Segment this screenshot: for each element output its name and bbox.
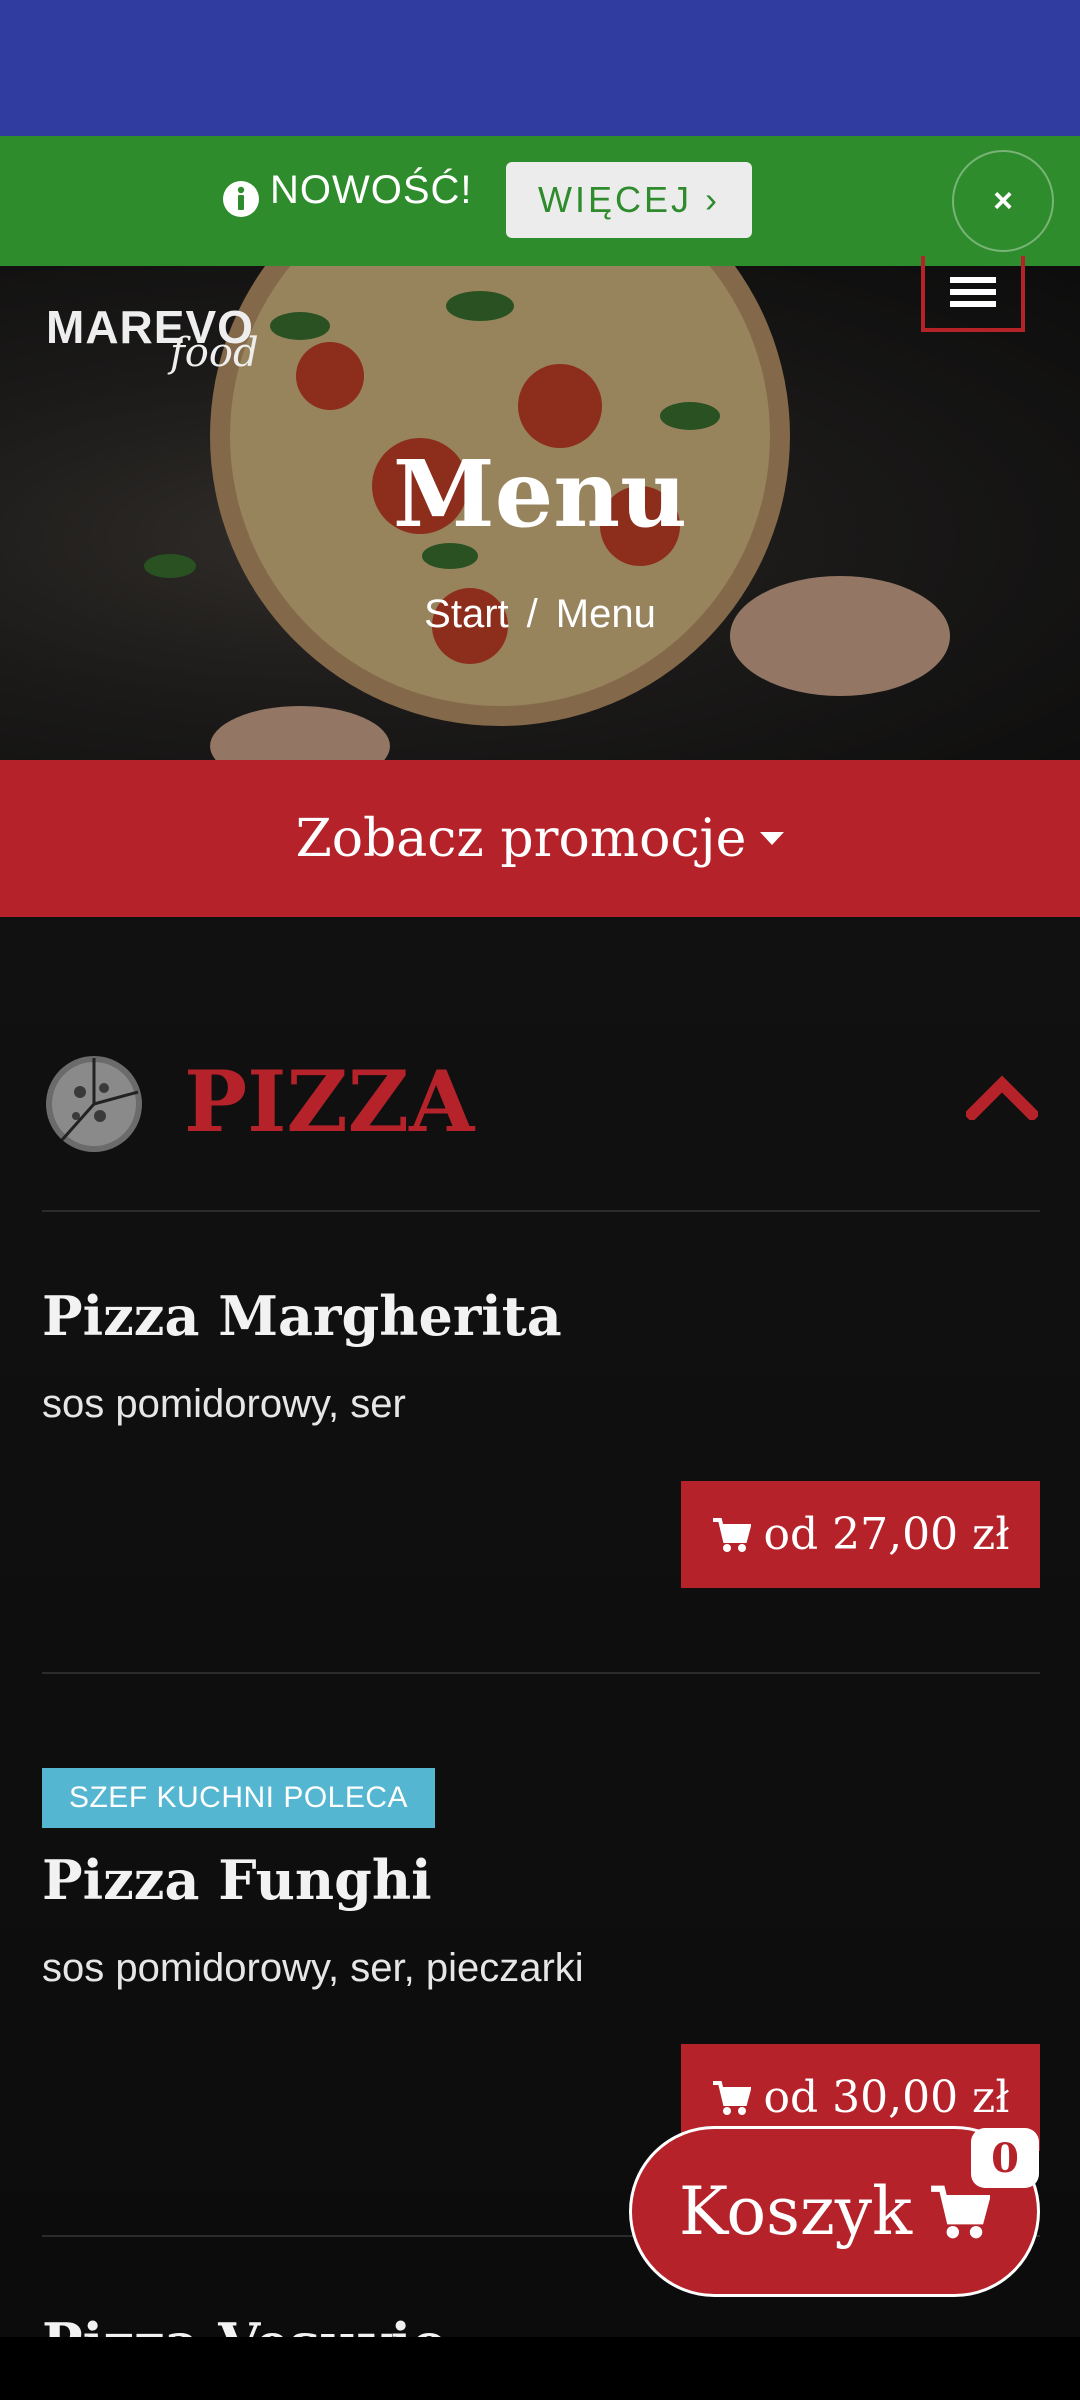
breadcrumb: Start / Menu [0,592,1080,637]
item-description: sos pomidorowy, ser, pieczarki [42,1946,584,1990]
cart-label: Koszyk [678,2173,913,2250]
price-label: od 27,00 zł [763,1509,1010,1560]
chevron-up-icon[interactable] [966,1074,1038,1120]
item-name: Pizza Vesuvio [42,2313,542,2337]
breadcrumb-separator: / [526,592,538,636]
cart-count-badge: 0 [971,2128,1039,2188]
promo-text: NOWOŚĆ! [270,168,473,212]
caret-down-icon [760,832,785,845]
promotions-label: Zobacz promocje [295,808,747,869]
breadcrumb-current: Menu [555,592,656,636]
add-to-cart-button[interactable]: od 27,00 zł [681,1481,1040,1588]
close-button[interactable]: × [952,150,1054,252]
promotions-dropdown[interactable]: Zobacz promocje [0,760,1080,917]
category-title[interactable]: PIZZA [184,1052,474,1151]
item-description: sos pomidorowy, ser [42,1382,406,1426]
breadcrumb-start[interactable]: Start [424,592,508,636]
item-name-partial[interactable]: Pizza Vesuvio [42,2310,542,2337]
divider [42,1210,1040,1212]
status-bar [0,0,1080,136]
pizza-icon [46,1056,142,1152]
item-name[interactable]: Pizza Margherita [42,1284,562,1348]
logo-sub: food [170,330,259,376]
recommended-badge: SZEF KUCHNI POLECA [42,1768,435,1828]
more-button[interactable]: WIĘCEJ › [506,162,752,238]
cart-icon [713,1517,752,1552]
divider [42,1672,1040,1674]
page-title: Menu [392,440,688,548]
menu-button[interactable] [921,256,1025,332]
info-icon [223,181,259,217]
price-label: od 30,00 zł [763,2072,1010,2123]
hamburger-icon [950,277,996,307]
item-name[interactable]: Pizza Funghi [42,1848,432,1912]
cart-icon [931,2185,991,2238]
cart-icon [713,2080,752,2115]
navigation-bar [0,2337,1080,2400]
